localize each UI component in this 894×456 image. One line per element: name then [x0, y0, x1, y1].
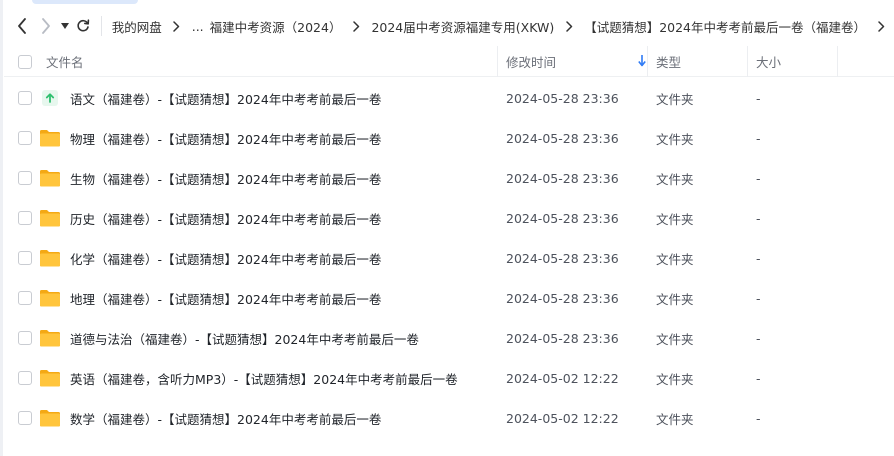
refresh-button[interactable] — [73, 13, 93, 39]
chevron-right-icon — [42, 18, 51, 34]
file-type: 文件夹 — [656, 251, 694, 267]
table-row[interactable]: 地理（福建卷）-【试题猜想】2024年中考考前最后一卷 2024-05-28 2… — [4, 278, 894, 318]
file-size: - — [756, 210, 761, 226]
table-row[interactable]: 道德与法治（福建卷）-【试题猜想】2024年中考考前最后一卷 2024-05-2… — [4, 318, 894, 358]
refresh-icon — [77, 19, 90, 32]
history-dropdown-button[interactable] — [58, 13, 70, 39]
table-row[interactable]: 化学（福建卷）-【试题猜想】2024年中考考前最后一卷 2024-05-28 2… — [4, 238, 894, 278]
file-type: 文件夹 — [656, 411, 694, 427]
row-checkbox[interactable] — [18, 291, 32, 305]
file-name[interactable]: 历史（福建卷）-【试题猜想】2024年中考考前最后一卷 — [70, 198, 381, 238]
file-size: - — [756, 130, 761, 146]
file-table-header: 文件名 修改时间 类型 大小 — [4, 46, 894, 77]
modified-time: 2024-05-28 23:36 — [506, 250, 619, 266]
nav-divider — [100, 16, 102, 36]
breadcrumb: 我的网盘 ... 福建中考资源（2024） 2024届中考资源福建专用(XKW)… — [110, 17, 894, 36]
modified-time: 2024-05-28 23:36 — [506, 210, 619, 226]
file-name[interactable]: 化学（福建卷）-【试题猜想】2024年中考考前最后一卷 — [70, 238, 381, 278]
folder-icon — [39, 167, 61, 189]
row-checkbox[interactable] — [18, 211, 32, 225]
caret-down-icon — [60, 23, 69, 29]
folder-icon — [39, 207, 61, 229]
file-name[interactable]: 语文（福建卷）-【试题猜想】2024年中考考前最后一卷 — [70, 78, 381, 118]
file-type: 文件夹 — [656, 211, 694, 227]
column-header-modified-label: 修改时间 — [506, 55, 557, 70]
column-divider[interactable] — [647, 46, 648, 77]
chevron-right-icon — [170, 19, 184, 33]
row-checkbox[interactable] — [18, 371, 32, 385]
table-row[interactable]: 历史（福建卷）-【试题猜想】2024年中考考前最后一卷 2024-05-28 2… — [4, 198, 894, 238]
sort-arrow-down-icon — [638, 55, 646, 70]
modified-time: 2024-05-28 23:36 — [506, 90, 619, 106]
folder-icon — [39, 247, 61, 269]
table-row[interactable]: 英语（福建卷，含听力MP3）-【试题猜想】2024年中考考前最后一卷 2024-… — [4, 358, 894, 398]
file-name[interactable]: 物理（福建卷）-【试题猜想】2024年中考考前最后一卷 — [70, 118, 381, 158]
row-checkbox[interactable] — [18, 251, 32, 265]
back-button[interactable] — [12, 13, 32, 39]
modified-time: 2024-05-02 12:22 — [506, 370, 619, 386]
file-name[interactable]: 道德与法治（福建卷）-【试题猜想】2024年中考考前最后一卷 — [70, 318, 419, 358]
file-size: - — [756, 410, 761, 426]
folder-icon — [39, 127, 61, 149]
file-type: 文件夹 — [656, 131, 694, 147]
row-checkbox[interactable] — [18, 131, 32, 145]
breadcrumb-item-level-2[interactable]: 2024届中考资源福建专用(XKW) — [369, 17, 556, 36]
chevron-left-icon — [18, 18, 26, 34]
navigation-bar: 我的网盘 ... 福建中考资源（2024） 2024届中考资源福建专用(XKW)… — [4, 8, 894, 44]
forward-button[interactable] — [36, 13, 56, 39]
modified-time: 2024-05-28 23:36 — [506, 170, 619, 186]
file-type: 文件夹 — [656, 291, 694, 307]
file-type: 文件夹 — [656, 371, 694, 387]
select-all-checkbox[interactable] — [18, 54, 32, 69]
file-name[interactable]: 英语（福建卷，含听力MP3）-【试题猜想】2024年中考考前最后一卷 — [70, 358, 458, 398]
breadcrumb-item-current[interactable]: 【试题猜想】2024年中考考前最后一卷（福建卷） — [582, 17, 868, 36]
column-header-name[interactable]: 文件名 — [46, 46, 84, 77]
modified-time: 2024-05-28 23:36 — [506, 330, 619, 346]
row-checkbox[interactable] — [18, 411, 32, 425]
chevron-right-icon — [349, 19, 363, 33]
file-name[interactable]: 数学（福建卷）-【试题猜想】2024年中考考前最后一卷 — [70, 398, 381, 438]
table-row[interactable]: 物理（福建卷）-【试题猜想】2024年中考考前最后一卷 2024-05-28 2… — [4, 118, 894, 158]
file-size: - — [756, 330, 761, 346]
column-header-type[interactable]: 类型 — [656, 46, 681, 77]
row-checkbox[interactable] — [18, 331, 32, 345]
folder-icon — [39, 407, 61, 429]
breadcrumb-ellipsis[interactable]: ... — [190, 19, 208, 34]
table-row[interactable]: 语文（福建卷）-【试题猜想】2024年中考考前最后一卷 2024-05-28 2… — [4, 78, 894, 118]
folder-icon — [39, 367, 61, 389]
file-type: 文件夹 — [656, 171, 694, 187]
folder-icon — [39, 287, 61, 309]
folder-icon — [39, 327, 61, 349]
breadcrumb-item-level-1[interactable]: 福建中考资源（2024） — [208, 17, 344, 36]
modified-time: 2024-05-28 23:36 — [506, 130, 619, 146]
row-checkbox[interactable] — [18, 171, 32, 185]
column-header-size[interactable]: 大小 — [756, 46, 781, 77]
file-size: - — [756, 250, 761, 266]
file-size: - — [756, 290, 761, 306]
upload-folder-icon — [39, 87, 61, 109]
modified-time: 2024-05-02 12:22 — [506, 410, 619, 426]
file-size: - — [756, 370, 761, 386]
table-row[interactable]: 数学（福建卷）-【试题猜想】2024年中考考前最后一卷 2024-05-02 1… — [4, 398, 894, 438]
row-checkbox[interactable] — [18, 91, 32, 105]
chevron-right-icon — [874, 19, 888, 33]
file-type: 文件夹 — [656, 331, 694, 347]
column-divider[interactable] — [747, 46, 748, 77]
file-name[interactable]: 生物（福建卷）-【试题猜想】2024年中考考前最后一卷 — [70, 158, 381, 198]
column-header-modified[interactable]: 修改时间 — [506, 46, 648, 77]
file-name[interactable]: 地理（福建卷）-【试题猜想】2024年中考考前最后一卷 — [70, 278, 381, 318]
file-list: 语文（福建卷）-【试题猜想】2024年中考考前最后一卷 2024-05-28 2… — [4, 78, 894, 438]
file-type: 文件夹 — [656, 91, 694, 107]
file-size: - — [756, 170, 761, 186]
top-tab-highlight — [32, 0, 138, 4]
left-edge-divider — [0, 0, 3, 456]
column-divider[interactable] — [497, 46, 498, 77]
modified-time: 2024-05-28 23:36 — [506, 290, 619, 306]
column-divider[interactable] — [837, 46, 838, 77]
file-size: - — [756, 90, 761, 106]
chevron-right-icon — [562, 19, 576, 33]
table-row[interactable]: 生物（福建卷）-【试题猜想】2024年中考考前最后一卷 2024-05-28 2… — [4, 158, 894, 198]
breadcrumb-item-root[interactable]: 我的网盘 — [110, 17, 164, 36]
select-all-checkbox-cell — [18, 46, 32, 77]
